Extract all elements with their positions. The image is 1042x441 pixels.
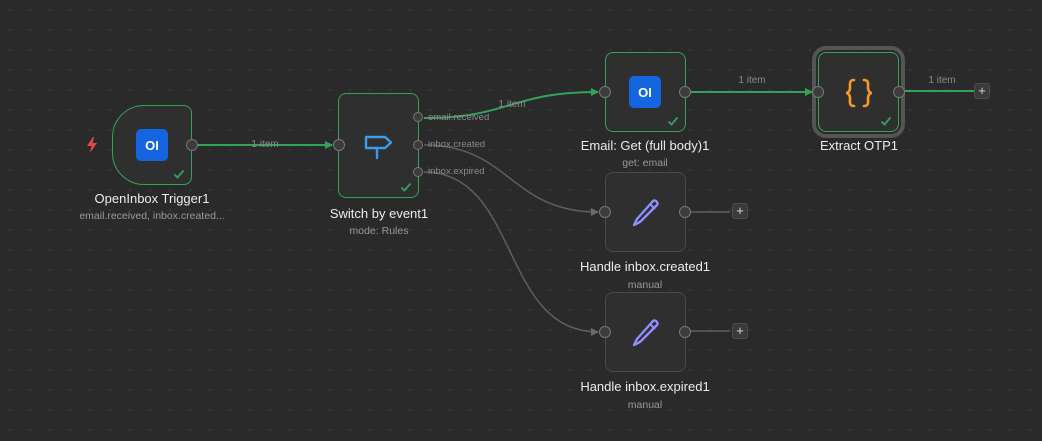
edge-label-extract-otp-output: 1 item <box>928 75 956 86</box>
switch-output-port-email-received[interactable] <box>413 112 423 122</box>
switch-node-title: Switch by event1 <box>329 206 429 221</box>
pencil-icon <box>632 199 659 227</box>
email-get-input-port[interactable] <box>599 86 611 98</box>
handle-created-input-port[interactable] <box>599 206 611 218</box>
success-check-icon <box>400 182 412 192</box>
switch-output-port-inbox-expired[interactable] <box>413 167 423 177</box>
edge-switch-to-handle-expired[interactable] <box>423 171 599 336</box>
switch-node[interactable] <box>338 93 419 198</box>
workflow-canvas[interactable]: OI OpenInbox Trigger1 email.received, in… <box>0 0 1042 441</box>
extract-otp-node[interactable] <box>812 46 905 138</box>
handle-inbox-created-node[interactable] <box>605 172 686 252</box>
handle-expired-add-node-button[interactable]: + <box>732 323 748 339</box>
switch-output-label-inbox-expired: inbox.expired <box>428 166 485 177</box>
switch-output-port-inbox-created[interactable] <box>413 140 423 150</box>
openinbox-logo-icon: OI <box>136 129 168 161</box>
email-get-node[interactable]: OI <box>605 52 686 132</box>
edge-label-email-get-to-extract-otp: 1 item <box>738 75 766 86</box>
success-check-icon <box>667 116 679 126</box>
extract-otp-input-port[interactable] <box>812 86 824 98</box>
edge-switch-to-handle-created[interactable] <box>423 144 599 216</box>
switch-node-subtitle: mode: Rules <box>349 225 409 237</box>
extract-otp-output-port[interactable] <box>893 86 905 98</box>
success-check-icon <box>880 116 892 126</box>
handle-created-node-subtitle: manual <box>627 279 663 291</box>
handle-created-output-port[interactable] <box>679 206 691 218</box>
handle-expired-input-port[interactable] <box>599 326 611 338</box>
switch-output-label-inbox-created: inbox.created <box>428 139 486 150</box>
edge-label-trigger-to-switch: 1 item <box>251 139 279 150</box>
edge-label-switch-to-email-get: 1 item <box>498 99 526 110</box>
extract-otp-node-title: Extract OTP1 <box>819 138 899 153</box>
openinbox-trigger-node[interactable]: OI <box>112 105 192 185</box>
success-check-icon <box>173 169 185 179</box>
trigger-node-title: OpenInbox Trigger1 <box>94 191 210 206</box>
trigger-node-subtitle: email.received, inbox.created... <box>79 210 225 222</box>
signpost-icon <box>364 135 393 160</box>
handle-expired-node-title: Handle inbox.expired1 <box>580 379 710 394</box>
switch-input-port[interactable] <box>333 139 345 151</box>
email-get-node-subtitle: get: email <box>622 157 668 169</box>
handle-inbox-expired-node[interactable] <box>605 292 686 372</box>
handle-created-node-title: Handle inbox.created1 <box>579 259 711 274</box>
handle-created-add-node-button[interactable]: + <box>732 203 748 219</box>
trigger-output-port[interactable] <box>186 139 198 151</box>
openinbox-logo-icon: OI <box>629 76 661 108</box>
email-get-node-title: Email: Get (full body)1 <box>580 138 710 153</box>
lightning-bolt-icon <box>87 137 97 153</box>
curly-braces-icon <box>845 78 873 108</box>
switch-output-label-email-received: email.received <box>428 112 490 123</box>
extract-otp-add-node-button[interactable]: + <box>974 83 990 99</box>
pencil-icon <box>632 319 659 347</box>
email-get-output-port[interactable] <box>679 86 691 98</box>
handle-expired-output-port[interactable] <box>679 326 691 338</box>
handle-expired-node-subtitle: manual <box>627 399 663 411</box>
